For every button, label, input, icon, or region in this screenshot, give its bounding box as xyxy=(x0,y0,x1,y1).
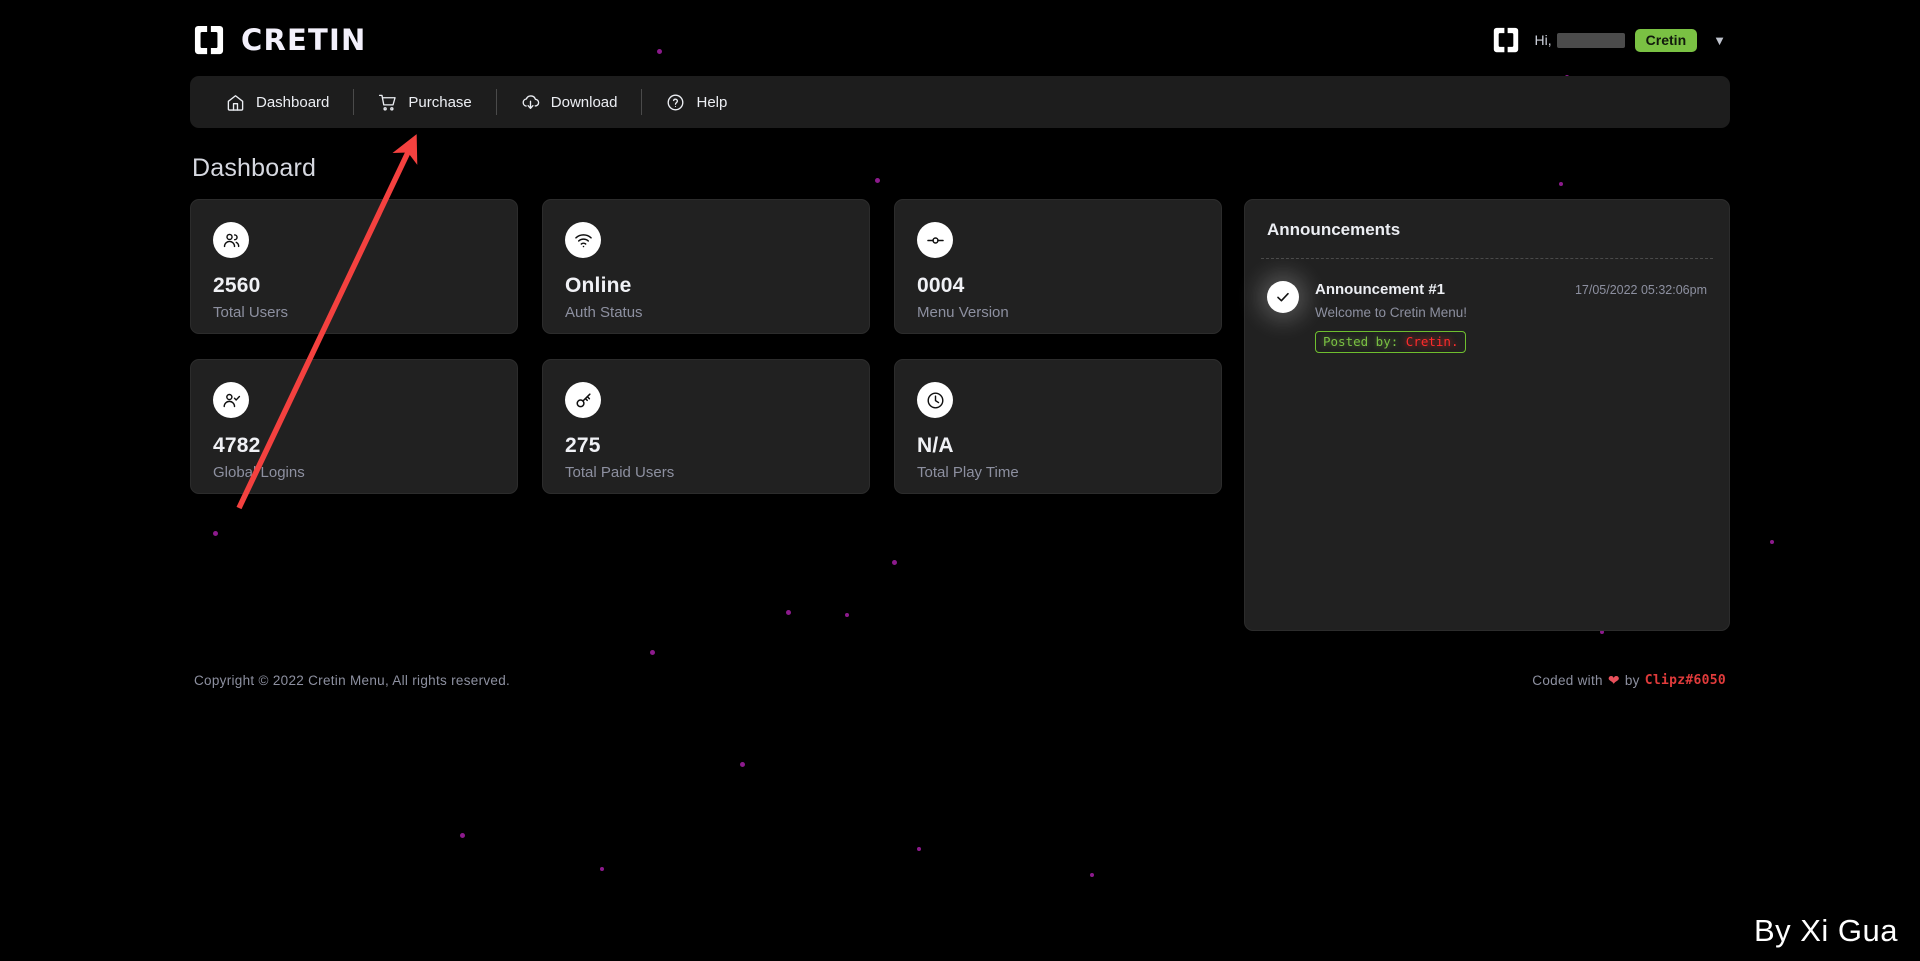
chevron-down-icon[interactable]: ▼ xyxy=(1713,33,1726,48)
user-menu[interactable]: Hi, Cretin ▼ xyxy=(1493,27,1726,53)
wifi-icon xyxy=(574,233,592,247)
announcement-header: Announcement #1 17/05/2022 05:32:06pm xyxy=(1315,281,1707,298)
stat-icon-wrapper xyxy=(213,382,249,418)
username-redaction xyxy=(1556,32,1625,48)
greeting: Hi, xyxy=(1535,32,1625,48)
rank-badge[interactable]: Cretin xyxy=(1634,28,1698,52)
announcements-title: Announcements xyxy=(1267,220,1401,239)
stat-value: 275 xyxy=(565,434,601,457)
nav-item-download[interactable]: Download xyxy=(497,76,642,128)
home-icon xyxy=(227,94,244,111)
brand[interactable]: CRETIN xyxy=(194,23,366,57)
announcement-heading: Announcement #1 xyxy=(1315,281,1446,298)
announcement-date: 17/05/2022 05:32:06pm xyxy=(1574,283,1707,297)
user-check-icon xyxy=(223,393,240,407)
footer-copyright: Copyright © 2022 Cretin Menu, All rights… xyxy=(194,673,511,688)
clock-icon xyxy=(927,392,943,408)
nav-item-label: Help xyxy=(696,93,728,111)
announcements-panel: Announcements Announcement #1 17/05/2022… xyxy=(1244,199,1730,631)
stat-value: Online xyxy=(565,274,632,297)
key-icon xyxy=(575,392,591,407)
stat-label: Menu Version xyxy=(917,304,1009,321)
nav-item-dashboard[interactable]: Dashboard xyxy=(202,76,353,128)
stat-icon-wrapper xyxy=(917,222,953,258)
check-circle-icon xyxy=(1267,281,1299,313)
stat-value: 2560 xyxy=(213,274,261,297)
announcement-item[interactable]: Announcement #1 17/05/2022 05:32:06pm We… xyxy=(1267,259,1707,353)
page-container: CRETIN Hi, Cretin ▼ Dashboard Purchase D… xyxy=(190,0,1730,631)
users-icon xyxy=(223,233,239,247)
cloud-download-icon xyxy=(522,94,539,109)
stat-card-auth-status: Online Auth Status xyxy=(542,199,870,334)
stat-icon-wrapper xyxy=(565,222,601,258)
by-label: by xyxy=(1624,673,1640,688)
watermark: By Xi Gua xyxy=(1753,913,1898,948)
nav-item-purchase[interactable]: Purchase xyxy=(354,76,495,128)
nav-item-help[interactable]: Help xyxy=(642,76,751,128)
footer-credit: Coded with ❤ by Clipz#6050 xyxy=(1532,672,1726,689)
nav-item-label: Dashboard xyxy=(256,93,330,111)
stat-value: N/A xyxy=(917,434,954,457)
coded-with-label: Coded with xyxy=(1532,673,1603,688)
question-circle-icon xyxy=(668,94,684,110)
stat-card-total-play-time: N/A Total Play Time xyxy=(894,359,1222,494)
stat-value: 4782 xyxy=(213,434,261,457)
stat-icon-wrapper xyxy=(213,222,249,258)
stat-value: 0004 xyxy=(917,274,965,297)
brand-name: CRETIN xyxy=(241,23,367,57)
main-navigation: Dashboard Purchase Download Help xyxy=(190,76,1730,128)
stat-card-total-paid-users: 275 Total Paid Users xyxy=(542,359,870,494)
site-footer: Copyright © 2022 Cretin Menu, All rights… xyxy=(0,672,1920,689)
site-header: CRETIN Hi, Cretin ▼ xyxy=(190,6,1730,74)
coder-handle: Clipz#6050 xyxy=(1644,673,1726,688)
announcement-posted-by-badge: Posted by: Cretin. xyxy=(1315,331,1467,353)
stat-icon-wrapper xyxy=(917,382,953,418)
stat-label: Global Logins xyxy=(213,464,305,481)
stat-label: Total Paid Users xyxy=(565,464,675,481)
stat-label: Total Users xyxy=(213,304,289,321)
announcement-body: Announcement #1 17/05/2022 05:32:06pm We… xyxy=(1315,281,1707,353)
stat-card-total-users: 2560 Total Users xyxy=(190,199,518,334)
posted-by-name: Cretin. xyxy=(1405,334,1459,349)
stat-icon-wrapper xyxy=(565,382,601,418)
dashboard-page: CRETIN Hi, Cretin ▼ Dashboard Purchase D… xyxy=(0,0,1920,961)
stat-card-global-logins: 4782 Global Logins xyxy=(190,359,518,494)
posted-by-label: Posted by: xyxy=(1323,334,1399,349)
stat-label: Auth Status xyxy=(565,304,643,321)
stat-card-menu-version: 0004 Menu Version xyxy=(894,199,1222,334)
stats-grid: 2560 Total Users Online Auth Status 0004… xyxy=(190,199,1222,494)
stat-label: Total Play Time xyxy=(917,464,1019,481)
heart-icon: ❤ xyxy=(1607,672,1620,688)
cretin-logo-icon xyxy=(1493,27,1518,53)
nav-item-label: Purchase xyxy=(408,93,472,111)
greeting-text: Hi, xyxy=(1534,32,1552,48)
git-commit-icon xyxy=(926,236,944,244)
announcement-text: Welcome to Cretin Menu! xyxy=(1315,305,1468,320)
page-title: Dashboard xyxy=(192,154,317,182)
main-content: 2560 Total Users Online Auth Status 0004… xyxy=(190,199,1730,631)
cart-icon xyxy=(379,94,397,111)
cretin-logo-icon xyxy=(194,25,224,55)
nav-item-label: Download xyxy=(550,93,618,111)
